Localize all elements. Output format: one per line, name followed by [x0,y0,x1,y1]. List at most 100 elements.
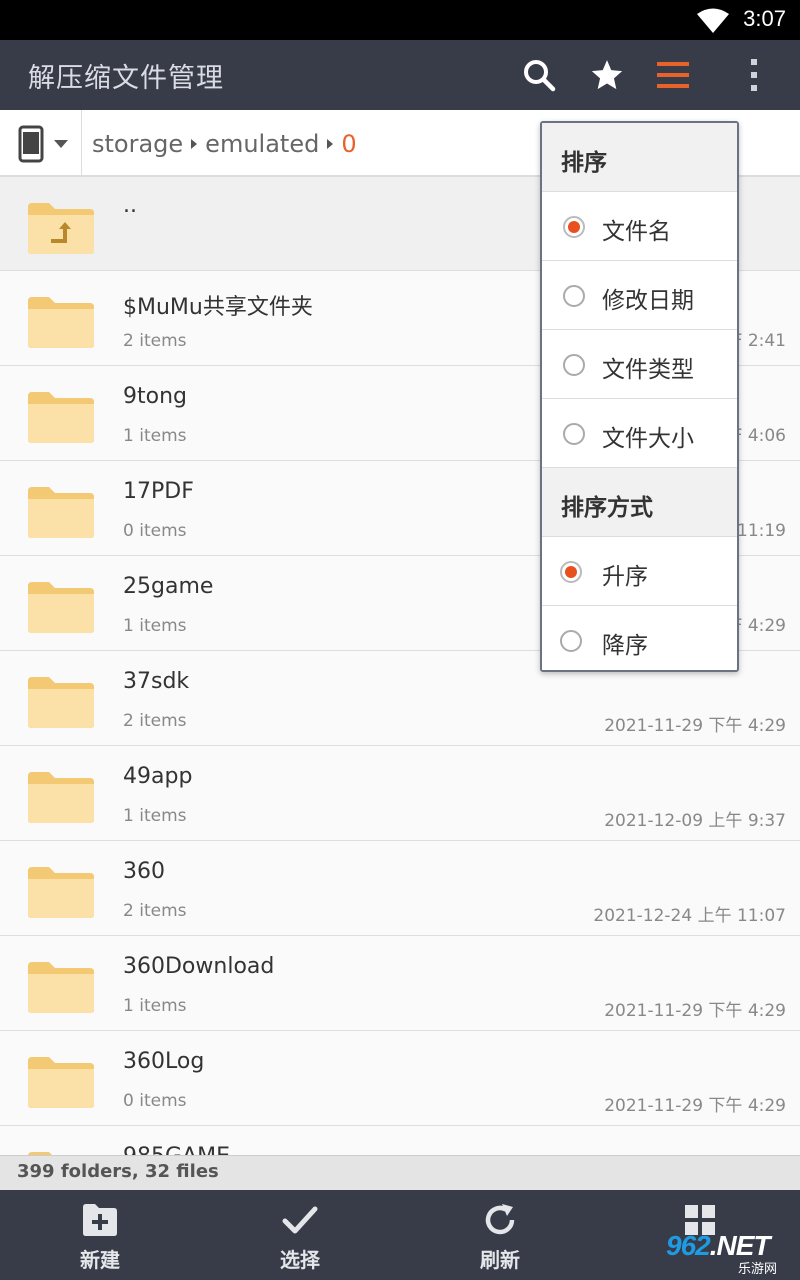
breadcrumb-separator-icon [191,139,198,149]
sort-option-label: 文件类型 [602,357,694,383]
file-name: 49app [123,764,193,789]
status-bar: 3:07 [0,0,800,40]
new-folder-icon [83,1204,117,1236]
file-name: 9tong [123,384,187,409]
star-icon [591,60,623,90]
select-button[interactable]: 选择 [200,1190,400,1280]
order-option-label: 升序 [602,564,648,590]
select-label: 选择 [280,1248,320,1272]
search-icon [524,60,556,92]
file-name: 17PDF [123,479,194,504]
file-date: 2021-11-29 下午 4:29 [604,1001,786,1021]
app-title: 解压缩文件管理 [28,63,224,94]
refresh-icon [485,1204,515,1235]
file-row[interactable]: 49app 1 items 2021-12-09 上午 9:37 [0,746,800,841]
file-date: 2021-12-24 上午 11:07 [593,906,786,926]
file-row[interactable]: 360 2 items 2021-12-24 上午 11:07 [0,841,800,936]
folder-icon [28,867,94,918]
more-vertical-icon [751,59,757,91]
favorites-button[interactable] [584,52,630,98]
radio-unselected-icon[interactable] [563,423,585,445]
breadcrumb-storage[interactable]: storage [92,130,183,158]
file-item-count: 1 items [123,996,187,1016]
file-date: 2021-12-09 上午 9:37 [604,811,786,831]
check-icon [282,1206,318,1234]
new-label: 新建 [80,1248,120,1272]
sort-option-label: 文件大小 [602,426,694,452]
sort-option-label: 修改日期 [602,288,694,314]
file-name: 985GAME [123,1144,230,1155]
sort-option-label: 文件名 [602,219,671,245]
file-name: 360Log [123,1049,205,1074]
refresh-button[interactable]: 刷新 [400,1190,600,1280]
new-button[interactable]: 新建 [0,1190,200,1280]
folder-icon [28,582,94,633]
file-row[interactable]: 985GAME [0,1126,800,1155]
more-options-button[interactable] [731,52,777,98]
breadcrumb-emulated[interactable]: emulated [205,130,319,158]
file-date: 11:19 [737,521,786,541]
file-name: 37sdk [123,669,190,694]
radio-unselected-icon[interactable] [560,630,582,652]
sort-lines-icon [657,62,689,88]
breadcrumb: storage emulated 0 [92,130,357,158]
radio-selected-icon[interactable] [560,561,582,583]
chevron-down-icon [54,140,68,148]
file-date: F 4:06 [732,426,786,446]
file-row[interactable]: 360Download 1 items 2021-11-29 下午 4:29 [0,936,800,1031]
order-header: 排序方式 [542,468,737,537]
file-name: 360Download [123,954,275,979]
phone-icon [18,125,44,163]
storage-selector[interactable] [0,110,82,177]
search-button[interactable] [516,52,562,98]
folder-up-icon [28,203,94,254]
sort-option-size[interactable]: 文件大小 [542,399,737,468]
file-item-count: 0 items [123,1091,187,1111]
order-option-ascending[interactable]: 升序 [542,537,737,606]
file-item-count: 1 items [123,616,187,636]
sort-popup-menu: 排序 文件名 修改日期 文件类型 文件大小 排序方式 升序 降序 [540,121,739,672]
sort-menu-button[interactable] [650,52,696,98]
wifi-icon [697,8,729,33]
file-name: 25game [123,574,214,599]
breadcrumb-separator-icon [327,139,334,149]
folder-icon [28,487,94,538]
breadcrumb-current[interactable]: 0 [341,130,356,158]
file-item-count: 1 items [123,806,187,826]
order-option-label: 降序 [602,633,648,659]
radio-unselected-icon[interactable] [563,285,585,307]
sort-option-name[interactable]: 文件名 [542,192,737,261]
file-date: F 4:29 [732,616,786,636]
status-time: 3:07 [743,6,786,31]
file-date: 2021-11-29 下午 4:29 [604,716,786,736]
folder-icon [28,962,94,1013]
file-date: F 2:41 [732,331,786,351]
file-item-count: 2 items [123,711,187,731]
folder-summary-bar: 399 folders, 32 files [0,1155,800,1190]
sort-header: 排序 [542,123,737,192]
radio-selected-icon[interactable] [563,216,585,238]
file-row[interactable]: 360Log 0 items 2021-11-29 下午 4:29 [0,1031,800,1126]
file-name: .. [123,193,137,218]
watermark-logo: 962.NET 乐游网 [666,1230,796,1277]
folder-icon [28,392,94,443]
file-item-count: 2 items [123,331,187,351]
refresh-label: 刷新 [480,1248,520,1272]
sort-option-date[interactable]: 修改日期 [542,261,737,330]
file-name: $MuMu共享文件夹 [123,295,313,320]
file-item-count: 1 items [123,426,187,446]
radio-unselected-icon[interactable] [563,354,585,376]
file-item-count: 2 items [123,901,187,921]
file-date: 2021-11-29 下午 4:29 [604,1096,786,1116]
order-option-descending[interactable]: 降序 [542,606,737,670]
folder-summary: 399 folders, 32 files [17,1161,219,1182]
file-name: 360 [123,859,165,884]
folder-icon [28,772,94,823]
app-bar: 解压缩文件管理 [0,40,800,110]
watermark-sub: 乐游网 [738,1262,778,1277]
folder-icon [28,297,94,348]
folder-icon [28,677,94,728]
file-item-count: 0 items [123,521,187,541]
folder-icon [28,1057,94,1108]
sort-option-type[interactable]: 文件类型 [542,330,737,399]
